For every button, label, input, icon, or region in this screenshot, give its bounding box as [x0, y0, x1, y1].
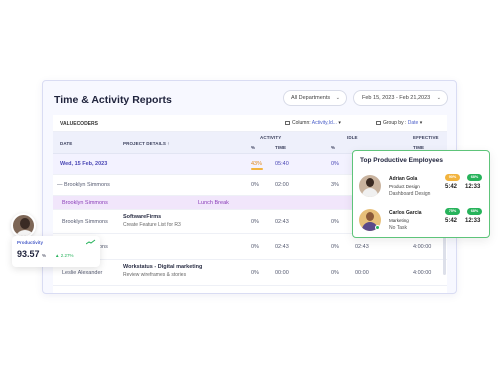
- employee-time: 12:33: [465, 184, 481, 190]
- employee-name: Carlos Garcia: [389, 210, 422, 216]
- break-name: Brooklyn Simmons: [62, 200, 108, 206]
- row-eff-time: 4:00:00: [413, 270, 432, 276]
- date-range-value: Feb 15, 2023 - Feb 21,2023: [362, 95, 431, 101]
- row-eff-time: 4:00:00: [413, 244, 432, 250]
- group-by-control[interactable]: Group by : Date ▾: [376, 120, 422, 126]
- avatar: [359, 175, 381, 197]
- row-act-pct: 0%: [251, 270, 259, 276]
- online-status-icon: [375, 225, 380, 230]
- department-select[interactable]: All Departments ⌄: [283, 90, 347, 106]
- employee-name: Adrian Gola: [389, 176, 418, 182]
- table-toolbar: VALUECODERS Column: Activity,Id... ▾ Gro…: [53, 115, 447, 132]
- header-activity-pct: %: [251, 145, 256, 150]
- row-activity-pct: 43%: [251, 161, 263, 167]
- group-icon: [376, 120, 381, 125]
- group-label: Group by :: [383, 120, 407, 126]
- report-title: Time & Activity Reports: [54, 94, 172, 106]
- header-effective: EFFECTIVE: [413, 135, 439, 140]
- chevron-down-icon: ⌄: [335, 95, 340, 101]
- activity-badge: 75%: [445, 208, 460, 215]
- row-act-time: 02:43: [275, 219, 289, 225]
- trend-up-icon: [86, 239, 96, 245]
- table-row[interactable]: Leslie Alexander Workstatus - Digital ma…: [53, 260, 447, 286]
- header-project[interactable]: PROJECT DETAILS ↑: [123, 141, 170, 146]
- company-name: VALUECODERS: [60, 121, 98, 127]
- row-activity-time: 05:40: [275, 161, 289, 167]
- row-idle-pct: 3%: [331, 182, 339, 188]
- employee-task: Dashboard Design: [389, 191, 431, 197]
- employee-time: 12:33: [465, 218, 481, 224]
- row-name: — Brooklyn Simmons: [57, 182, 110, 188]
- row-name: Leslie Alexander: [62, 270, 103, 276]
- row-act-pct: 0%: [251, 244, 259, 250]
- row-project: Workstatus - Digital marketing Review wir…: [123, 264, 203, 278]
- column-value: Activity,Id...: [311, 120, 337, 126]
- row-project: SoftwareFirms Create Feature List for R3: [123, 214, 181, 228]
- header-date: DATE: [60, 141, 73, 146]
- date-range-select[interactable]: Feb 15, 2023 - Feb 21,2023 ⌄: [353, 90, 448, 106]
- screenshot-stage: Time & Activity Reports All Departments …: [0, 0, 500, 375]
- columns-icon: [285, 120, 290, 125]
- employee-task: No Task: [389, 225, 407, 231]
- row-idle-pct: 0%: [331, 270, 339, 276]
- employee-item[interactable]: Carlos Garcia Marketing No Task 75% 5:42…: [359, 207, 485, 237]
- header-idle-pct: %: [331, 145, 336, 150]
- metric-value: 93.57 %: [17, 249, 47, 259]
- employee-role: Marketing: [389, 218, 409, 223]
- employee-role: Product Design: [389, 184, 420, 189]
- employee-time: 5:42: [445, 218, 458, 224]
- row-act-time: 02:00: [275, 182, 289, 188]
- row-idle-time: 00:00: [355, 270, 369, 276]
- row-name: Brooklyn Simmons: [62, 219, 108, 225]
- department-value: All Departments: [291, 95, 331, 101]
- activity-underline: [251, 168, 263, 170]
- row-date: Wed, 15 Feb, 2023: [60, 161, 108, 167]
- row-act-time: 02:43: [275, 244, 289, 250]
- row-act-time: 00:00: [275, 270, 289, 276]
- row-idle-pct: 0%: [331, 161, 339, 167]
- row-idle-time: 02:43: [355, 244, 369, 250]
- productivity-metric-card: Productivity 93.57 % ▲ 2.27%: [12, 236, 100, 267]
- productive-title: Top Productive Employees: [360, 157, 443, 164]
- chevron-down-icon: ⌄: [436, 95, 441, 101]
- row-idle-pct: 0%: [331, 244, 339, 250]
- column-control[interactable]: Column: Activity,Id... ▾: [285, 120, 341, 126]
- metric-delta: ▲ 2.27%: [55, 253, 74, 258]
- user-avatar: [11, 213, 36, 238]
- group-value: Date: [407, 120, 419, 126]
- activity-badge: 68%: [467, 208, 482, 215]
- row-act-pct: 0%: [251, 219, 259, 225]
- header-activity-time: TIME: [275, 145, 287, 150]
- activity-badge: 68%: [467, 174, 482, 181]
- activity-badge: 90%: [445, 174, 460, 181]
- top-productive-card: Top Productive Employees Adrian Gola Pro…: [352, 150, 490, 238]
- metric-label: Productivity: [17, 240, 44, 245]
- row-idle-pct: 0%: [331, 219, 339, 225]
- row-act-pct: 0%: [251, 182, 259, 188]
- employee-item[interactable]: Adrian Gola Product Design Dashboard Des…: [359, 173, 485, 203]
- column-label: Column:: [292, 120, 311, 126]
- employee-time: 5:42: [445, 184, 458, 190]
- header-idle: IDLE: [347, 135, 358, 140]
- break-label: Lunch Break: [198, 200, 229, 206]
- header-activity: ACTIVITY: [260, 135, 282, 140]
